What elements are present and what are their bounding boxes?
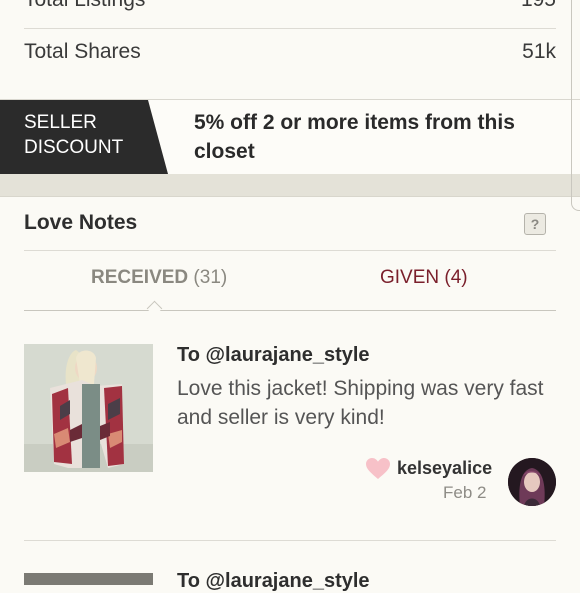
stat-label: Total Shares (24, 40, 141, 63)
seller-discount-banner: SELLER DISCOUNT 5% off 2 or more items f… (0, 99, 580, 175)
tab-received[interactable]: RECEIVED (31) (91, 267, 227, 289)
tag-line: SELLER (24, 112, 97, 133)
help-icon[interactable]: ? (524, 213, 546, 235)
stat-value: 51k (522, 40, 556, 63)
divider (24, 28, 556, 29)
stat-value: 195 (521, 0, 556, 12)
tag-line: DISCOUNT (24, 137, 124, 158)
note-author[interactable]: kelseyalice (397, 458, 492, 479)
listing-thumbnail[interactable] (24, 573, 153, 585)
note-recipient[interactable]: To @laurajane_style (177, 570, 370, 593)
seller-discount-text: 5% off 2 or more items from this closet (194, 111, 515, 163)
tab-given[interactable]: GIVEN (4) (380, 267, 468, 289)
stat-total-listings: Total Listings 195 (24, 0, 556, 12)
active-tab-caret (146, 300, 163, 317)
stat-total-shares: Total Shares 51k (24, 40, 556, 64)
avatar[interactable] (508, 458, 556, 506)
stat-label: Total Listings (24, 0, 145, 12)
tab-underline (24, 310, 556, 311)
tab-count: (31) (193, 267, 228, 288)
note-date: Feb 2 (443, 483, 487, 502)
listing-thumbnail[interactable] (24, 344, 153, 472)
tab-label: RECEIVED (91, 267, 189, 288)
section-separator (0, 174, 580, 197)
divider (24, 250, 556, 251)
love-notes-title: Love Notes (24, 211, 138, 234)
note-message: Love this jacket! Shipping was very fast… (177, 377, 544, 429)
divider (24, 540, 556, 541)
scrollbar[interactable] (571, 0, 580, 211)
seller-discount-tag: SELLER DISCOUNT (0, 100, 168, 174)
note-recipient[interactable]: To @laurajane_style (177, 344, 370, 367)
heart-icon (366, 458, 390, 480)
